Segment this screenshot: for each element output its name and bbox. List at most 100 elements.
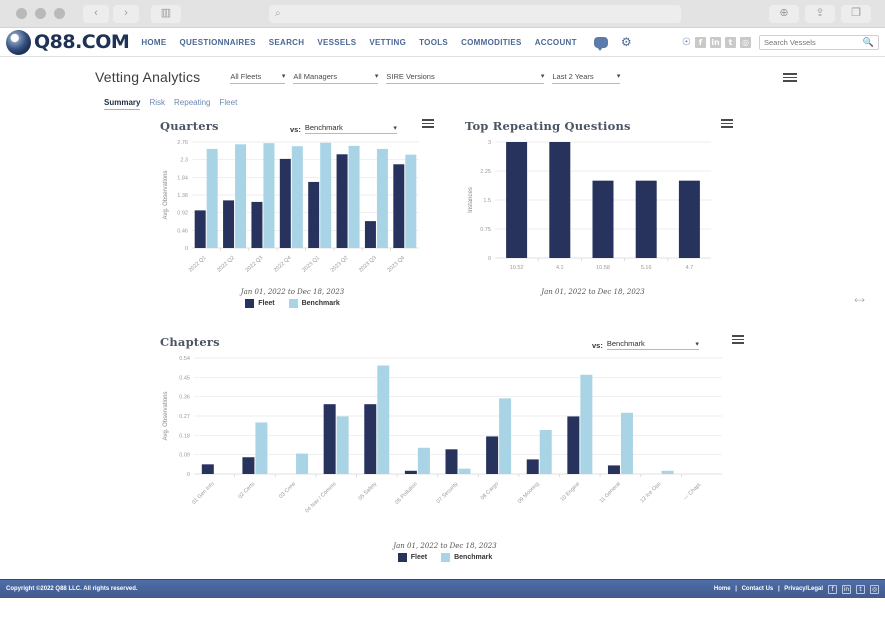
window-traffic-lights[interactable] (16, 8, 65, 19)
quarters-vs-label: vs: (290, 125, 301, 134)
maximize-window-button[interactable] (54, 8, 65, 19)
browser-nav-buttons: ‹ › (83, 4, 139, 23)
chapters-vs-value: Benchmark (606, 339, 645, 348)
instagram-icon[interactable]: ◎ (740, 36, 751, 48)
footer-sep-2: | (777, 586, 780, 592)
footer-twitter-icon[interactable]: t (856, 584, 865, 594)
close-window-button[interactable] (16, 8, 27, 19)
browser-toolbar-right: ⊕ ⇪ ❐ (769, 4, 871, 23)
footer-linkedin-icon[interactable]: in (842, 584, 851, 594)
address-bar[interactable]: ⌕ (269, 4, 681, 23)
legend-item-fleet: Fleet (245, 299, 275, 308)
quarters-chart-title: Quarters (160, 119, 219, 133)
tab-risk[interactable]: Risk (149, 98, 165, 110)
sire-filter-value: SIRE Versions (386, 71, 435, 81)
footer-copyright: Copyright ©2022 Q88 LLC. All rights rese… (6, 586, 138, 592)
tab-summary[interactable]: Summary (104, 98, 141, 110)
fleet-filter-dropdown[interactable]: All Fleets ▾ (230, 71, 286, 84)
chapters-caption: Jan 01, 2022 to Dec 18, 2023 (393, 542, 497, 550)
nav-item-vetting[interactable]: VETTING (369, 38, 406, 47)
share-icon[interactable]: ⇪ (805, 4, 835, 23)
quarters-vs-dropdown[interactable]: Benchmark ▾ (304, 122, 397, 134)
quarters-card-header: Quarters vs: Benchmark ▾ (160, 116, 434, 136)
main-navigation: HOME QUESTIONNAIRES SEARCH VESSELS VETTI… (141, 36, 632, 51)
footer-link-contact-us[interactable]: Contact Us (742, 586, 774, 592)
chapters-plot: 0 0.09 0.18 0.27 0.36 0.45 0.54 Avg. Observatio… (160, 352, 885, 540)
chat-icon[interactable] (593, 36, 608, 51)
chapters-chart-title: Chapters (160, 335, 220, 349)
svg-text:10.58: 10.58 (596, 265, 610, 271)
svg-text:0.75: 0.75 (480, 227, 491, 233)
site-footer: Copyright ©2022 Q88 LLC. All rights rese… (0, 579, 885, 598)
quarters-menu-hamburger-icon[interactable] (422, 119, 434, 128)
nav-item-home[interactable]: HOME (141, 38, 166, 47)
date-range-filter-value: Last 2 Years (552, 71, 594, 81)
svg-text:02 Certs: 02 Certs (237, 481, 256, 500)
chevron-down-icon: ▾ (374, 73, 379, 80)
vessel-search-box[interactable]: 🔍 (759, 34, 879, 50)
twitter-icon[interactable]: t (725, 36, 736, 48)
nav-item-tools[interactable]: TOOLS (419, 38, 448, 47)
svg-text:0.27: 0.27 (179, 414, 190, 420)
nav-item-vessels[interactable]: VESSELS (317, 38, 356, 47)
quarters-caption: Jan 01, 2022 to Dec 18, 2023 (240, 288, 345, 296)
svg-text:2022 Q4: 2022 Q4 (273, 255, 293, 274)
svg-text:05 Safety: 05 Safety (358, 481, 379, 502)
chapters-vs-label: vs: (592, 341, 603, 350)
facebook-icon[interactable]: f (695, 36, 706, 48)
analytics-tabs: Summary Risk Repeating Fleet (0, 98, 885, 110)
legend-swatch-benchmark (441, 553, 451, 562)
page-title: Vetting Analytics (95, 69, 201, 85)
page-content: Vetting Analytics All Fleets ▾ All Manag… (0, 57, 885, 598)
svg-text:0.18: 0.18 (179, 433, 190, 439)
svg-text:0.09: 0.09 (179, 453, 190, 459)
svg-text:2022 Q2: 2022 Q2 (216, 255, 236, 274)
nav-item-commodities[interactable]: COMMODITIES (461, 38, 522, 47)
linkedin-icon[interactable]: in (710, 36, 721, 48)
repeating-menu-hamburger-icon[interactable] (721, 119, 733, 128)
gear-icon[interactable]: ⚙ (621, 36, 632, 48)
minimize-window-button[interactable] (35, 8, 46, 19)
sidebar-toggle-icon[interactable]: ▥ (151, 4, 181, 23)
date-range-filter-dropdown[interactable]: Last 2 Years ▾ (552, 71, 621, 84)
svg-text:Avg. Observations: Avg. Observations (163, 171, 169, 220)
svg-text:3: 3 (488, 140, 491, 146)
svg-text:2.76: 2.76 (177, 140, 188, 146)
legend-item-benchmark: Benchmark (288, 299, 340, 308)
footer-sep-1: | (735, 586, 737, 592)
tab-repeating[interactable]: Repeating (174, 98, 210, 110)
nav-item-account[interactable]: ACCOUNT (535, 38, 577, 47)
sire-version-filter-dropdown[interactable]: SIRE Versions ▾ (386, 71, 545, 84)
q88-logo-mark-icon (6, 29, 31, 55)
footer-link-home[interactable]: Home (714, 586, 731, 592)
svg-text:0: 0 (185, 246, 188, 252)
footer-link-privacy-legal[interactable]: Privacy/Legal (784, 586, 823, 592)
nav-item-search[interactable]: SEARCH (269, 38, 305, 47)
chevron-down-icon: ▾ (540, 73, 545, 80)
download-icon[interactable]: ⊕ (769, 4, 799, 23)
legend-label-fleet: Fleet (258, 300, 275, 307)
svg-text:09 Mooring: 09 Mooring (517, 481, 541, 505)
forward-icon[interactable]: › (113, 4, 139, 23)
manager-filter-dropdown[interactable]: All Managers ▾ (293, 71, 379, 84)
tabs-overview-icon[interactable]: ❐ (841, 4, 871, 23)
q88-logo[interactable]: Q88.COM (6, 29, 130, 55)
notifications-bell-icon[interactable]: ☉ (682, 37, 691, 48)
footer-links: Home | Contact Us | Privacy/Legal (714, 586, 823, 592)
back-icon[interactable]: ‹ (83, 4, 109, 23)
chapters-vs-dropdown[interactable]: Benchmark ▾ (606, 338, 699, 350)
search-input[interactable] (764, 37, 863, 47)
chapters-menu-hamburger-icon[interactable] (732, 335, 744, 344)
nav-item-questionnaires[interactable]: QUESTIONNAIRES (180, 38, 256, 47)
svg-text:01 Gen Info: 01 Gen Info (191, 481, 216, 506)
svg-text:5.16: 5.16 (641, 265, 652, 271)
footer-facebook-icon[interactable]: f (828, 584, 837, 594)
tab-fleet[interactable]: Fleet (220, 98, 238, 110)
footer-instagram-icon[interactable]: ◎ (870, 584, 879, 594)
quarters-plot: 0 0.46 0.92 1.38 1.84 2.3 2.76 Avg. Observation… (160, 136, 425, 286)
address-bar-wrapper: ⌕ (181, 4, 769, 23)
search-icon[interactable]: 🔍 (863, 37, 874, 48)
page-menu-hamburger-icon[interactable] (783, 73, 797, 82)
svg-text:Avg. Observations: Avg. Observations (163, 392, 169, 441)
svg-text:0: 0 (488, 256, 491, 262)
